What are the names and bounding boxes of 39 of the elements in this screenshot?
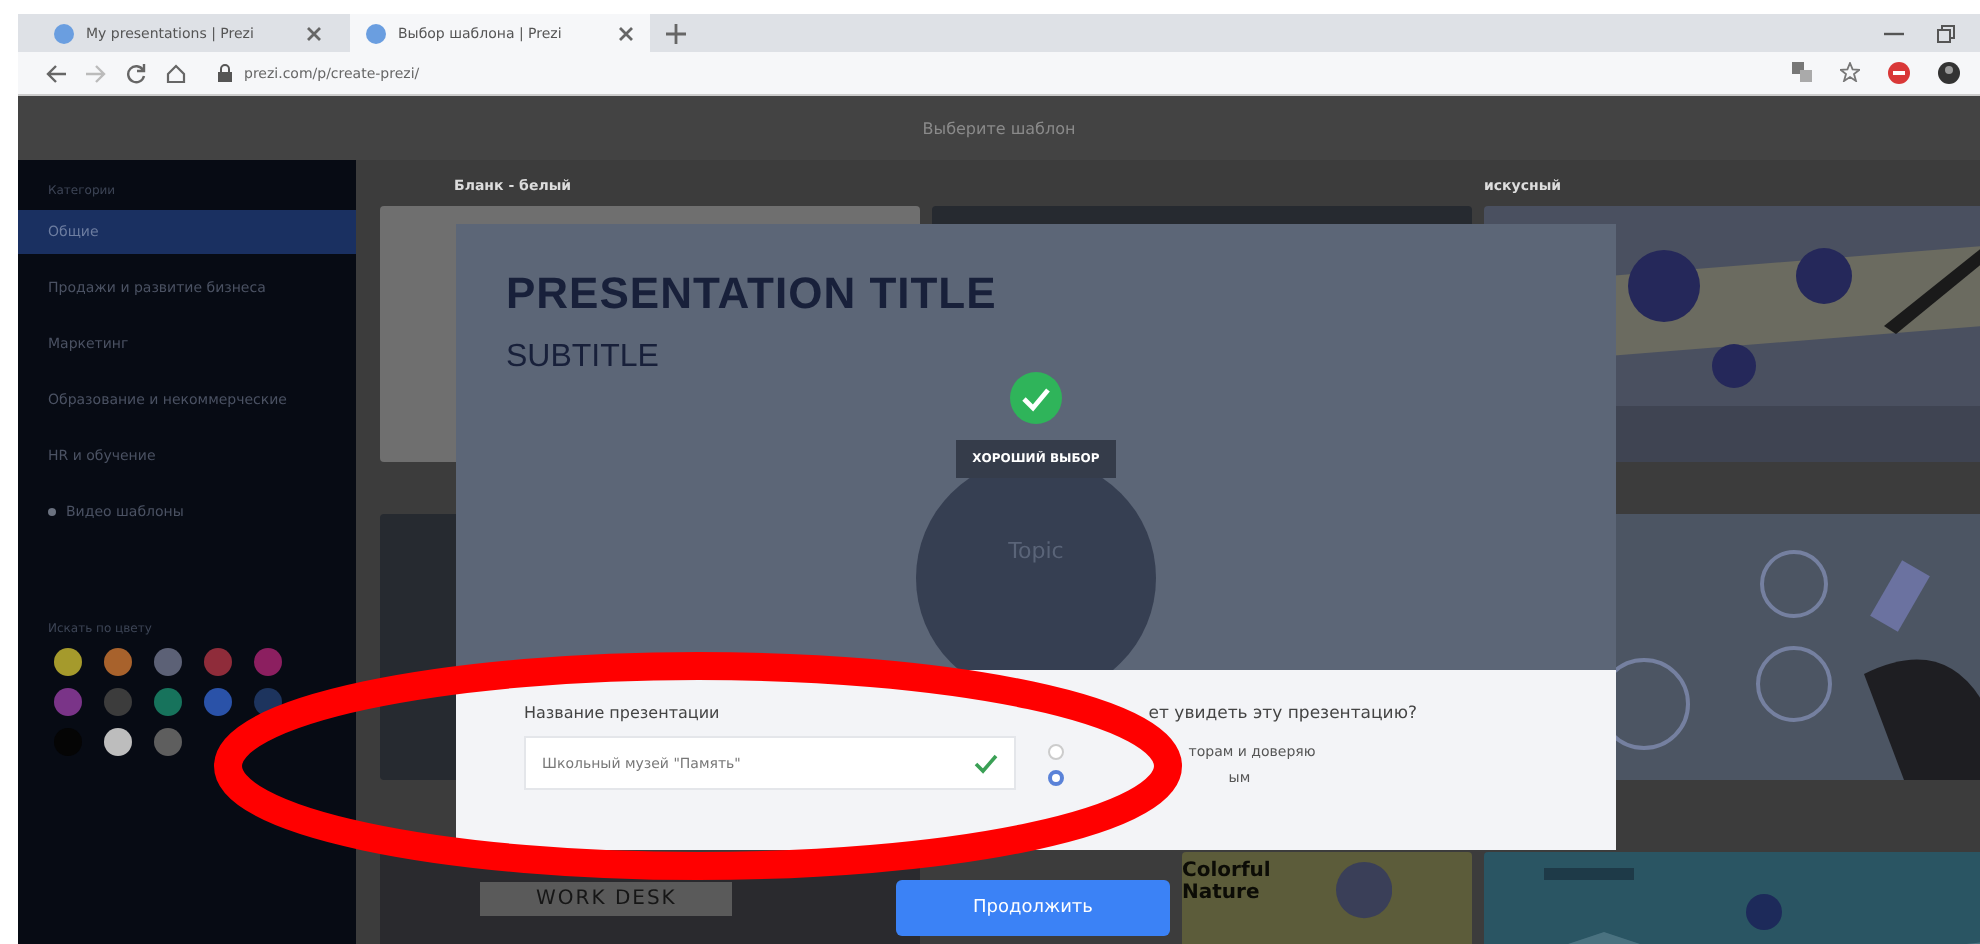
color-swatch[interactable] (104, 688, 132, 716)
slide-title: PRESENTATION TITLE (506, 268, 999, 320)
close-icon[interactable] (306, 25, 322, 41)
star-icon[interactable] (1840, 62, 1860, 82)
favicon-icon (54, 23, 74, 43)
template-title: Colorful Nature (1182, 860, 1273, 904)
color-swatch[interactable] (254, 648, 282, 676)
translate-icon[interactable] (1792, 62, 1812, 82)
radio-button[interactable] (1048, 769, 1065, 785)
stop-icon[interactable] (1888, 62, 1910, 84)
color-swatch[interactable] (204, 648, 232, 676)
color-swatch[interactable] (204, 688, 232, 716)
continue-button[interactable]: Продолжить (896, 880, 1170, 936)
check-icon (1010, 372, 1062, 424)
reload-icon[interactable] (126, 63, 146, 83)
color-swatch[interactable] (54, 648, 82, 676)
color-swatch[interactable] (104, 648, 132, 676)
color-swatch[interactable] (104, 728, 132, 756)
planet-icon (1335, 860, 1392, 920)
favicon-icon (366, 23, 386, 43)
home-icon[interactable] (166, 63, 186, 83)
slide-subtitle: SUBTITLE (506, 340, 661, 376)
restore-icon[interactable] (1936, 23, 1956, 43)
avatar-icon[interactable] (1938, 62, 1960, 84)
color-swatch[interactable] (154, 688, 182, 716)
color-swatch[interactable] (54, 688, 82, 716)
question-text: ет увидеть эту презентацию? (1146, 704, 1419, 724)
back-icon[interactable] (46, 63, 66, 83)
new-tab-icon[interactable] (666, 23, 686, 43)
page-title: Выберите шаблон (922, 119, 1076, 137)
lock-icon (218, 64, 232, 82)
bullet-icon (48, 508, 56, 516)
color-swatch[interactable] (154, 728, 182, 756)
template-thumbnail[interactable]: Colorful Nature (1182, 852, 1472, 944)
template-title: WORK DESK (480, 882, 733, 916)
field-label: Название презентации (524, 704, 722, 722)
radio-button[interactable] (1048, 743, 1065, 759)
color-swatch[interactable] (154, 648, 182, 676)
close-icon[interactable] (618, 25, 634, 41)
